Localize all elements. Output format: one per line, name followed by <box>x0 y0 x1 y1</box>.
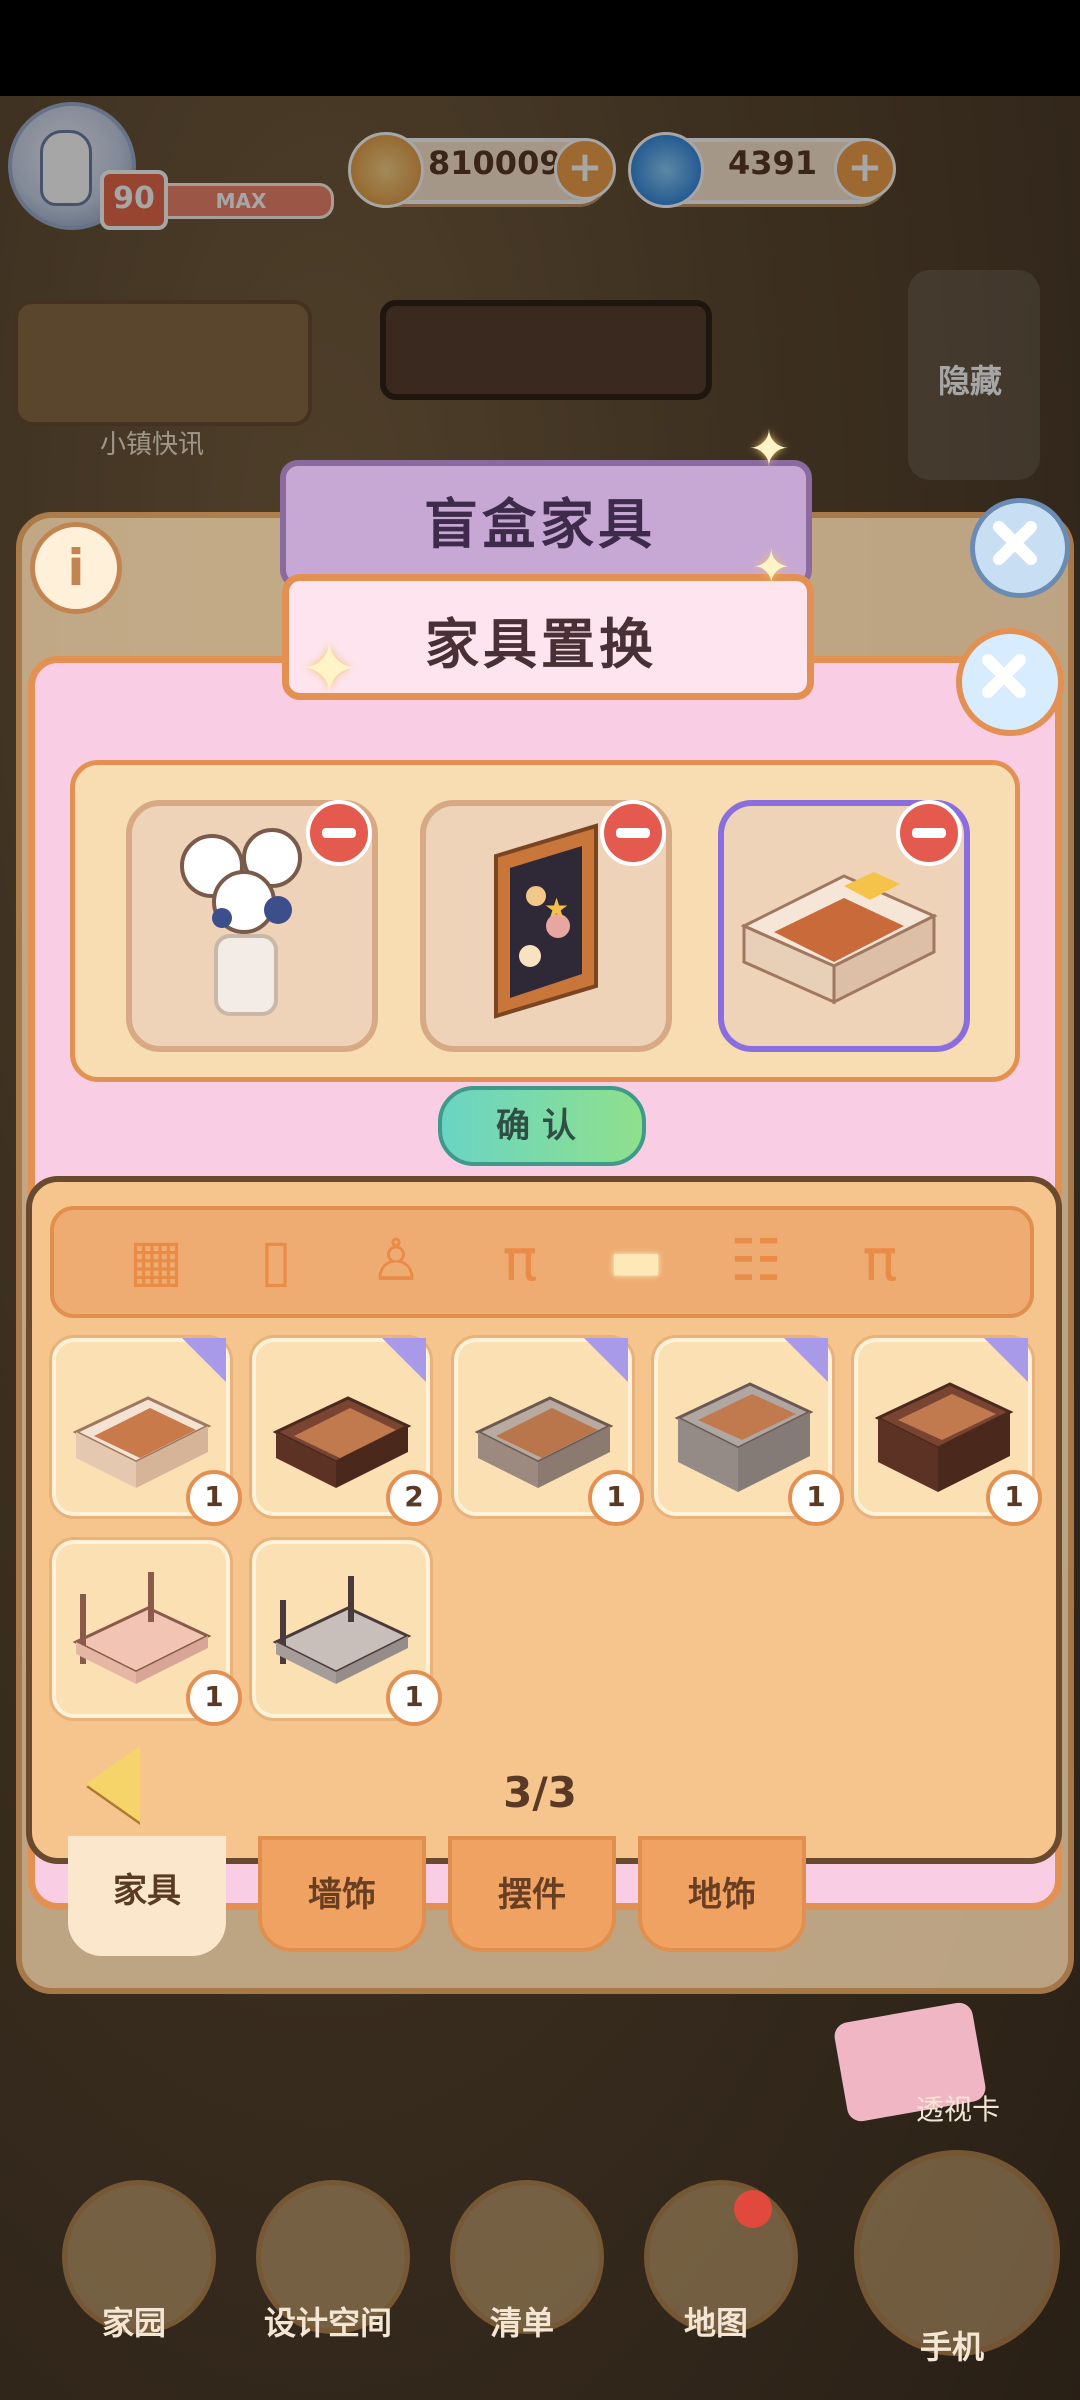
blind-box-title: 盲盒家具 <box>424 493 656 556</box>
xray-card-label: 透视卡 <box>916 2093 1001 2126</box>
nav-design-label: 设计空间 <box>263 2304 392 2342</box>
item-count: 2 <box>386 1470 442 1526</box>
item-count: 1 <box>186 1470 242 1526</box>
remove-slot-3-button[interactable] <box>896 800 962 866</box>
item-count: 1 <box>986 1470 1042 1526</box>
item-count: 1 <box>386 1670 442 1726</box>
sparkle-icon: ✦ <box>748 420 790 478</box>
item-count: 1 <box>788 1470 844 1526</box>
tab-furniture[interactable]: 家具 <box>68 1836 226 1956</box>
item-count: 1 <box>588 1470 644 1526</box>
nav-home-label: 家园 <box>101 2304 166 2342</box>
category-toilet-icon[interactable]: ♙ <box>356 1220 436 1300</box>
category-bed-icon[interactable]: ▬ <box>596 1220 676 1300</box>
blind-box-close-icon[interactable] <box>970 498 1070 598</box>
tab-floor-decor[interactable]: 地饰 <box>638 1836 806 1952</box>
category-table-icon[interactable]: π <box>840 1220 920 1300</box>
tab-ornaments[interactable]: 摆件 <box>448 1836 616 1952</box>
info-icon[interactable]: i <box>30 522 122 614</box>
category-stool-icon[interactable]: π <box>480 1220 560 1300</box>
category-fridge-icon[interactable]: ▯ <box>236 1220 316 1300</box>
nav-phone-label: 手机 <box>919 2328 984 2366</box>
category-all-icon[interactable]: ▦ <box>116 1220 196 1300</box>
tab-wall-decor[interactable]: 墙饰 <box>258 1836 426 1952</box>
remove-slot-1-button[interactable] <box>306 800 372 866</box>
page-indicator: 3/3 <box>503 1768 577 1817</box>
nav-map-label: 地图 <box>683 2304 748 2342</box>
furniture-swap-title: 家具置换 <box>425 613 657 676</box>
nav-list-label: 清单 <box>489 2304 554 2342</box>
category-cabinet-icon[interactable]: ☷ <box>716 1220 796 1300</box>
close-icon[interactable] <box>956 628 1064 736</box>
notification-dot <box>734 2190 772 2228</box>
sparkle-icon: ✦ <box>752 540 791 594</box>
sparkle-icon: ✦ <box>300 628 359 710</box>
status-bar <box>0 0 1080 96</box>
remove-slot-2-button[interactable] <box>600 800 666 866</box>
previous-page-arrow-icon[interactable] <box>86 1746 140 1822</box>
confirm-button[interactable]: 确认 <box>438 1086 646 1166</box>
item-count: 1 <box>186 1670 242 1726</box>
svg-text:★: ★ <box>544 892 569 925</box>
